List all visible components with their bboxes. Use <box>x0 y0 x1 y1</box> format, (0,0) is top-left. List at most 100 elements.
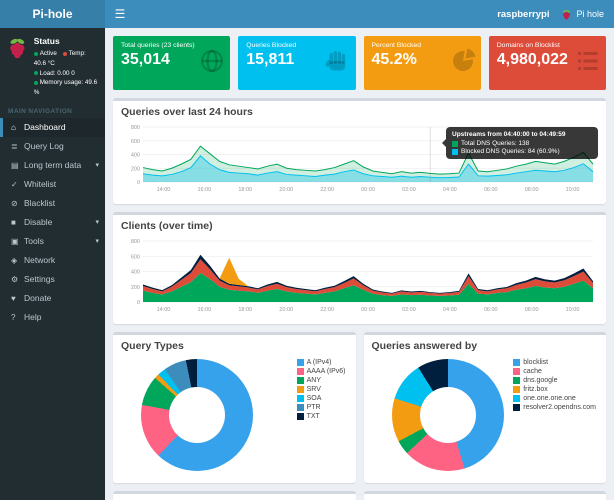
hostname-label[interactable]: raspberrypi <box>497 9 549 20</box>
legend-item[interactable]: AAAA (IPv6) <box>296 368 346 375</box>
svg-text:00:00: 00:00 <box>361 187 375 193</box>
sidebar-item-label: Dashboard <box>24 122 66 133</box>
sidebar-item-label: Disable <box>24 217 53 228</box>
legend-item[interactable]: TXT <box>296 413 346 420</box>
legend-item[interactable]: blocklist <box>513 359 596 366</box>
sidebar-item-help[interactable]: ? Help <box>0 308 105 327</box>
legend-label: one.one.one.one <box>523 395 576 402</box>
stat-card: Queries Blocked 15,811 <box>238 36 356 90</box>
legend-swatch <box>513 359 521 366</box>
answered-by-chart: blocklist cache dns.google fritz.box one.one… <box>372 357 599 477</box>
svg-text:0: 0 <box>137 180 140 186</box>
legend-item[interactable]: one.one.one.one <box>513 395 596 402</box>
nav-section-title: MAIN NAVIGATION <box>8 107 73 115</box>
status-active-label: Active <box>39 50 57 58</box>
svg-text:16:00: 16:00 <box>197 307 211 313</box>
legend-item[interactable]: PTR <box>296 404 346 411</box>
svg-text:800: 800 <box>131 239 140 245</box>
sidebar-item-disable[interactable]: ■ Disable ▾ <box>0 213 105 232</box>
main-content: Total queries (23 clients) 35,014 Querie… <box>105 28 614 500</box>
top-blocked-panel: Top Blocked Domains <box>363 491 607 500</box>
svg-text:18:00: 18:00 <box>238 187 252 193</box>
chevron-down-icon: ▾ <box>95 238 99 246</box>
svg-text:200: 200 <box>131 166 140 172</box>
sidebar-item-whitelist[interactable]: ✓ Whitelist <box>0 175 105 194</box>
panel-title: Clients (over time) <box>121 220 213 232</box>
svg-text:600: 600 <box>131 139 140 145</box>
answered-by-donut[interactable] <box>391 359 504 471</box>
svg-text:0: 0 <box>137 300 140 306</box>
legend-swatch <box>296 377 304 384</box>
legend-label: resolver2.opendns.com <box>523 404 596 411</box>
legend-label: A (IPv4) <box>306 359 332 366</box>
chart-tooltip: Upstreams from 04:40:00 to 04:49:59 Tota… <box>442 127 598 159</box>
legend-label: ANY <box>306 377 321 384</box>
user-label: Pi hole <box>576 9 604 19</box>
legend-item[interactable]: A (IPv4) <box>296 359 346 366</box>
legend-item[interactable]: SRV <box>296 386 346 393</box>
sidebar: Status Active Temp: 40.6 °C Load: 0.00 0… <box>0 28 105 500</box>
list-icon <box>575 48 601 79</box>
query-types-chart: A (IPv4) AAAA (IPv6) ANY SRV SOA PTR TXT <box>121 357 348 477</box>
dashboard-icon: ⌂ <box>11 122 16 132</box>
legend-label: fritz.box <box>523 386 548 393</box>
sidebar-toggle-button[interactable]: ☰ <box>105 0 135 28</box>
legend-swatch <box>296 413 304 420</box>
sidebar-item-label: Donate <box>24 293 52 304</box>
raspberry-icon <box>563 9 571 19</box>
pihole-logo-icon <box>10 38 25 59</box>
legend-item[interactable]: ANY <box>296 377 346 384</box>
query-log-icon: ≣ <box>11 141 18 151</box>
svg-text:20:00: 20:00 <box>279 187 293 193</box>
status-box: Status Active Temp: 40.6 °C Load: 0.00 0… <box>0 28 105 103</box>
sidebar-item-query-log[interactable]: ≣ Query Log <box>0 137 105 156</box>
answered-by-legend: blocklist cache dns.google fritz.box one.one… <box>513 359 596 413</box>
legend-label: cache <box>523 368 542 375</box>
stat-card: Percent Blocked 45.2% <box>363 36 481 90</box>
legend-swatch <box>296 359 304 366</box>
legend-item[interactable]: SOA <box>296 395 346 402</box>
answered-by-panel: Queries answered by blocklist cache dns.go… <box>363 332 606 483</box>
sidebar-item-network[interactable]: ◈ Network <box>0 251 105 270</box>
legend-item[interactable]: dns.google <box>513 377 596 384</box>
svg-text:02:00: 02:00 <box>402 307 416 313</box>
sidebar-item-settings[interactable]: ⚙ Settings <box>0 270 105 289</box>
user-menu[interactable]: Pi hole <box>561 9 604 20</box>
sidebar-item-blacklist[interactable]: ⊘ Blacklist <box>0 194 105 213</box>
sidebar-item-label: Blacklist <box>24 198 56 209</box>
svg-text:20:00: 20:00 <box>279 307 293 313</box>
sidebar-item-donate[interactable]: ♥ Donate <box>0 289 105 308</box>
legend-item[interactable]: cache <box>513 368 596 375</box>
long-term-data-icon: ▤ <box>11 160 19 170</box>
memory-ok-icon <box>33 80 38 85</box>
legend-item[interactable]: fritz.box <box>513 386 596 393</box>
status-info: Status Active Temp: 40.6 °C Load: 0.00 0… <box>33 35 99 98</box>
legend-label: dns.google <box>523 377 558 384</box>
sidebar-menu: ⌂ Dashboard ≣ Query Log ▤ Long term data ▾ ✓ Whi… <box>0 117 105 327</box>
top-permitted-panel: Top Permitted Domains <box>113 491 356 500</box>
whitelist-icon: ✓ <box>11 179 18 189</box>
sidebar-item-dashboard[interactable]: ⌂ Dashboard <box>0 117 105 137</box>
query-types-donut[interactable] <box>141 359 253 471</box>
sidebar-item-tools[interactable]: ▣ Tools ▾ <box>0 232 105 251</box>
legend-label: blocklist <box>523 359 549 366</box>
tooltip-swatch <box>452 140 458 147</box>
sidebar-item-long-term-data[interactable]: ▤ Long term data ▾ <box>0 156 105 175</box>
disable-icon: ■ <box>11 217 16 227</box>
panel-title: Query Types <box>121 340 184 352</box>
status-line-active-temp: Active Temp: 40.6 °C <box>33 49 99 69</box>
svg-text:08:00: 08:00 <box>525 187 539 193</box>
sidebar-item-label: Network <box>24 255 56 266</box>
pie-chart-icon <box>450 48 476 79</box>
svg-text:22:00: 22:00 <box>320 307 334 313</box>
brand-logo[interactable]: Pi-hole <box>0 0 105 28</box>
globe-icon <box>199 48 225 79</box>
panel-title: Queries answered by <box>371 340 478 352</box>
panel-title: Top Blocked Domains <box>364 494 607 500</box>
clients-over-time-canvas[interactable]: 0 200 400 600 800 14:00 16:00 18:00 20:00 22:00 00… <box>121 237 598 313</box>
queries-chart-body[interactable]: Upstreams from 04:40:00 to 04:49:59 Tota… <box>113 121 606 204</box>
clients-chart-body[interactable]: 0 200 400 600 800 14:00 16:00 18:00 20:00 22:00 00… <box>113 235 606 324</box>
top-bar: Pi-hole ☰ raspberrypi Pi hole <box>0 0 614 28</box>
tooltip-row-label: Total DNS Queries: 138 <box>461 140 530 147</box>
legend-item[interactable]: resolver2.opendns.com <box>513 404 596 411</box>
